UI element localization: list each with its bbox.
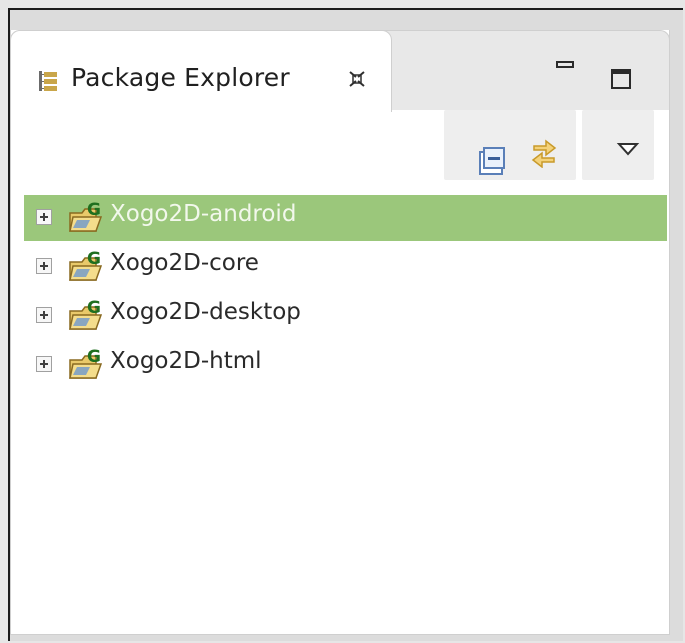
svg-text:G: G xyxy=(87,249,101,269)
package-explorer-icon xyxy=(39,71,57,91)
tree-item-label: Xogo2D-html xyxy=(110,348,262,374)
expand-icon[interactable] xyxy=(36,356,52,372)
tree-item-xogo2d-html[interactable]: G Xogo2D-html xyxy=(24,342,667,388)
maximize-icon[interactable] xyxy=(608,68,634,94)
expand-icon[interactable] xyxy=(36,258,52,274)
gradle-project-icon: G xyxy=(69,249,103,281)
expand-icon[interactable] xyxy=(36,209,52,225)
minimize-icon[interactable] xyxy=(552,54,578,80)
gradle-project-icon: G xyxy=(69,347,103,379)
tree-item-label: Xogo2D-desktop xyxy=(110,299,301,325)
tree-item-label: Xogo2D-core xyxy=(110,250,259,276)
tree-item-label: Xogo2D-android xyxy=(110,201,297,227)
tree-item-xogo2d-android[interactable]: G Xogo2D-android xyxy=(24,195,667,241)
tab-package-explorer[interactable]: Package Explorer xyxy=(10,30,392,112)
svg-text:G: G xyxy=(87,200,101,220)
close-icon[interactable] xyxy=(347,69,367,89)
gradle-project-icon: G xyxy=(69,200,103,232)
svg-text:G: G xyxy=(87,347,101,367)
link-with-editor-icon[interactable] xyxy=(528,136,560,168)
tree-item-xogo2d-desktop[interactable]: G Xogo2D-desktop xyxy=(24,293,667,339)
view-title: Package Explorer xyxy=(71,63,290,92)
svg-text:G: G xyxy=(87,298,101,318)
expand-icon[interactable] xyxy=(36,307,52,323)
gradle-project-icon: G xyxy=(69,298,103,330)
collapse-all-icon[interactable] xyxy=(476,146,508,178)
tree-item-xogo2d-core[interactable]: G Xogo2D-core xyxy=(24,244,667,290)
view-menu-icon[interactable] xyxy=(612,134,644,166)
